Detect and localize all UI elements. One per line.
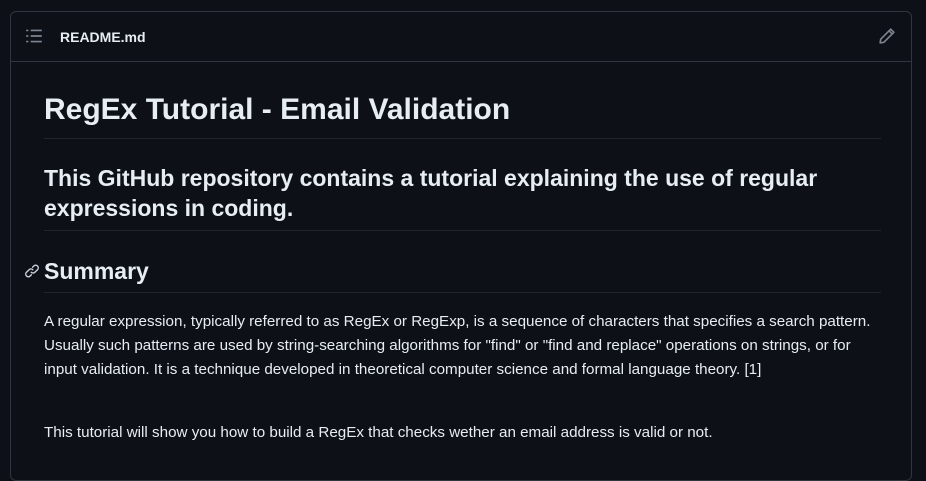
pencil-icon[interactable] — [878, 27, 896, 45]
intro-paragraph: This tutorial will show you how to build… — [44, 424, 713, 441]
summary-paragraph: A regular expression, typically referred… — [44, 313, 871, 378]
summary-heading: Summary — [44, 258, 149, 284]
subtitle-divider — [44, 230, 881, 231]
subtitle-heading: This GitHub repository contains a tutori… — [44, 165, 818, 221]
readme-header: README.md — [11, 12, 911, 62]
list-unordered-icon[interactable] — [25, 27, 43, 45]
page-title: RegEx Tutorial - Email Validation — [44, 93, 511, 126]
link-icon[interactable] — [24, 263, 40, 279]
title-divider — [44, 138, 881, 139]
readme-file-name[interactable]: README.md — [60, 29, 146, 45]
readme-panel: README.md RegEx Tutorial - Email Validat… — [10, 11, 912, 481]
summary-divider — [44, 292, 881, 293]
